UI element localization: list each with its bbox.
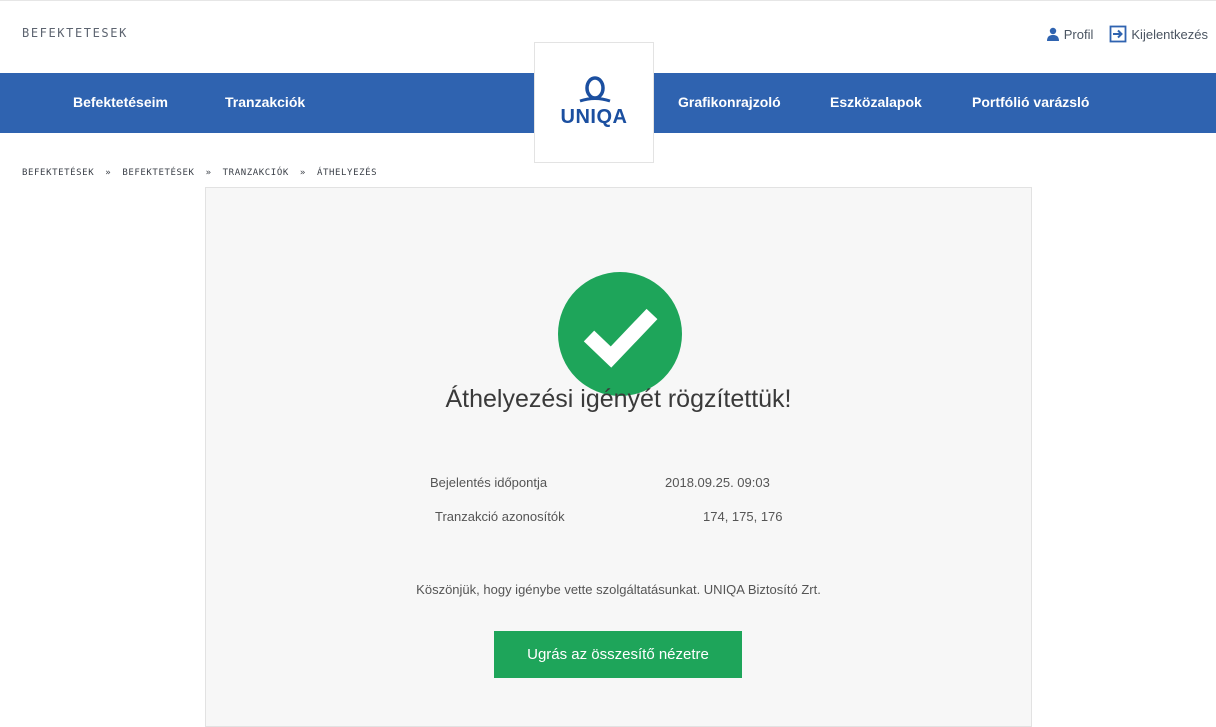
check-circle-icon <box>558 272 682 396</box>
success-title: Áthelyezési igényét rögzítettük! <box>445 385 792 413</box>
submission-time-label: Bejelentés időpontja <box>430 475 548 490</box>
nav-item-portfolio-varazslo[interactable]: Portfólió varázsló <box>972 73 1089 133</box>
user-links: Profil Kijelentkezés <box>1046 25 1208 43</box>
thanks-message: Köszönjük, hogy igénybe vette szolgáltat… <box>416 582 821 597</box>
breadcrumb-item-3[interactable]: TRANZAKCIÓK <box>223 168 289 178</box>
breadcrumb-separator: » <box>105 168 112 178</box>
profile-label: Profil <box>1063 26 1094 42</box>
breadcrumb: BEFEKTETÉSEK » BEFEKTETÉSEK » TRANZAKCIÓ… <box>22 168 377 178</box>
nav-item-befekteteseim[interactable]: Befektetéseim <box>73 73 168 133</box>
person-icon <box>1046 27 1059 41</box>
breadcrumb-item-1[interactable]: BEFEKTETÉSEK <box>22 168 94 178</box>
go-to-summary-button[interactable]: Ugrás az összesítő nézetre <box>494 631 742 678</box>
breadcrumb-item-2[interactable]: BEFEKTETÉSEK <box>122 168 194 178</box>
logout-link[interactable]: Kijelentkezés <box>1109 25 1208 43</box>
transaction-ids-label: Tranzakció azonosítók <box>435 509 565 524</box>
breadcrumb-separator: » <box>205 168 212 178</box>
site-brand-text[interactable]: BEFEKTETESEK <box>22 26 128 40</box>
logout-label: Kijelentkezés <box>1131 26 1208 42</box>
nav-item-tranzakciok[interactable]: Tranzakciók <box>225 73 305 133</box>
uniqa-logo-mark-icon <box>579 76 611 103</box>
transaction-ids-value: 174, 175, 176 <box>703 509 783 524</box>
uniqa-logo[interactable]: UNIQA <box>534 42 654 163</box>
nav-item-grafikonrajzolo[interactable]: Grafikonrajzoló <box>678 73 781 133</box>
logout-icon <box>1109 25 1127 43</box>
logo-text: UNIQA <box>560 106 628 128</box>
confirmation-panel: Áthelyezési igényét rögzítettük! Bejelen… <box>205 187 1032 727</box>
breadcrumb-separator: » <box>299 168 306 178</box>
top-border <box>0 0 1216 1</box>
profile-link[interactable]: Profil <box>1046 26 1094 42</box>
nav-item-eszkozalapok[interactable]: Eszközalapok <box>830 73 922 133</box>
breadcrumb-item-4: ÁTHELYEZÉS <box>316 168 378 178</box>
submission-time-value: 2018.09.25. 09:03 <box>665 475 770 490</box>
